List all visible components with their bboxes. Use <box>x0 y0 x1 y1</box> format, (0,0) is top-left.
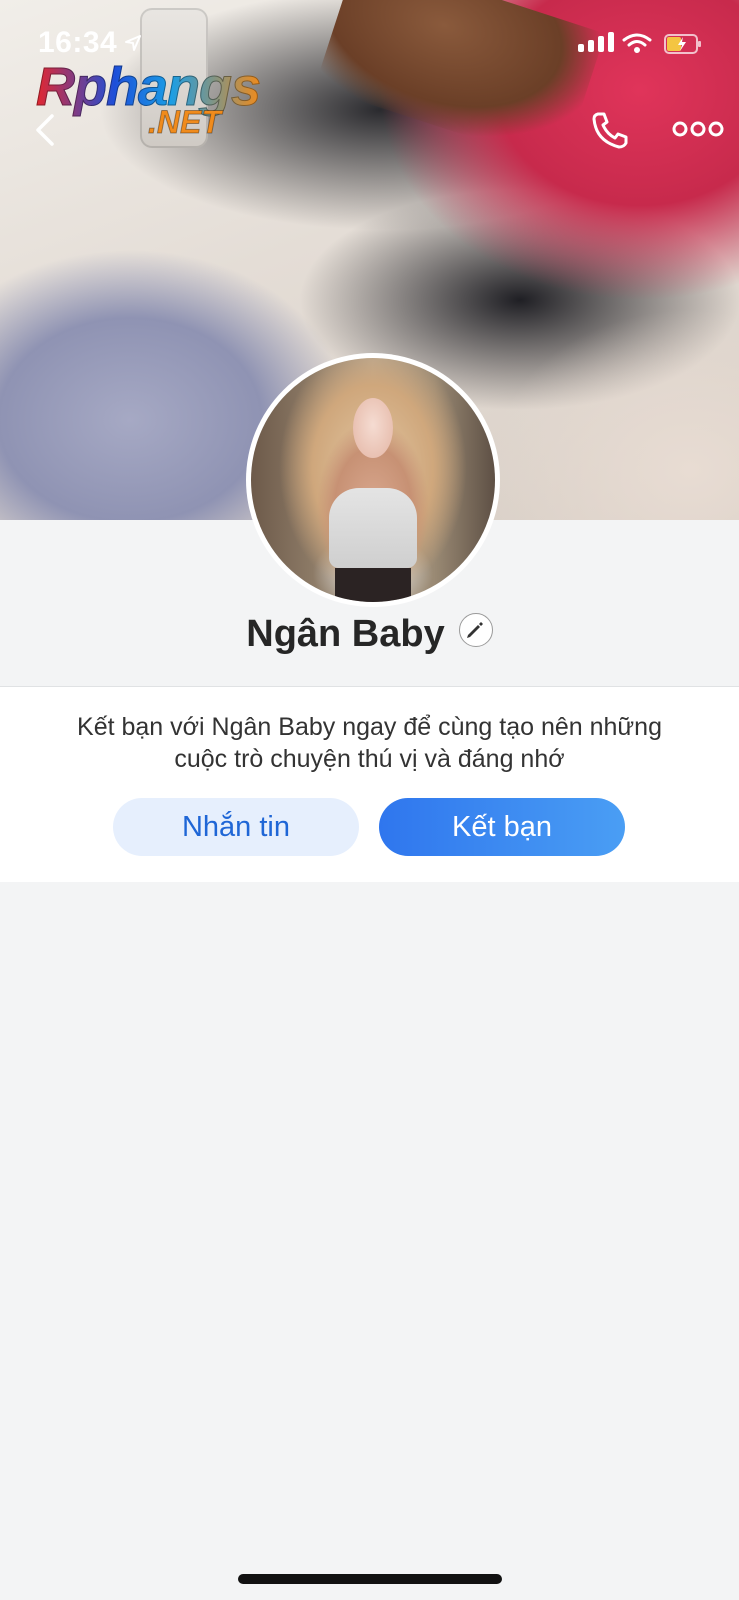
invite-text-line2: cuộc trò chuyện thú vị và đáng nhớ <box>174 745 565 773</box>
edit-name-button[interactable] <box>458 613 493 647</box>
avatar[interactable] <box>246 353 500 607</box>
home-indicator[interactable] <box>238 1574 502 1584</box>
add-friend-card: Kết bạn với Ngân Baby ngay để cùng tạo n… <box>0 687 739 882</box>
invite-text-line1: Kết bạn với Ngân Baby ngay để cùng tạo n… <box>77 713 662 741</box>
watermark-logo: Rphangs .NET <box>35 56 276 146</box>
invite-text: Kết bạn với Ngân Baby ngay để cùng tạo n… <box>40 711 699 775</box>
more-horizontal-icon[interactable] <box>672 116 724 142</box>
avatar-face <box>353 398 393 458</box>
watermark-sub-text: .NET <box>148 104 222 141</box>
avatar-top <box>329 488 417 568</box>
phone-icon[interactable] <box>588 108 632 152</box>
profile-name-row: Ngân Baby <box>0 604 739 664</box>
back-chevron-icon[interactable] <box>30 110 60 150</box>
status-time: 16:34 <box>38 26 118 59</box>
wifi-icon <box>622 33 652 53</box>
avatar-bottom <box>335 568 411 602</box>
pencil-icon <box>467 621 484 638</box>
profile-name: Ngân Baby <box>246 612 445 655</box>
avatar-photo <box>251 358 495 602</box>
battery-icon <box>664 34 701 54</box>
add-friend-button[interactable]: Kết bạn <box>379 798 625 856</box>
location-arrow-icon <box>125 35 141 51</box>
cellular-signal-icon <box>578 32 614 52</box>
message-button[interactable]: Nhắn tin <box>113 798 359 856</box>
